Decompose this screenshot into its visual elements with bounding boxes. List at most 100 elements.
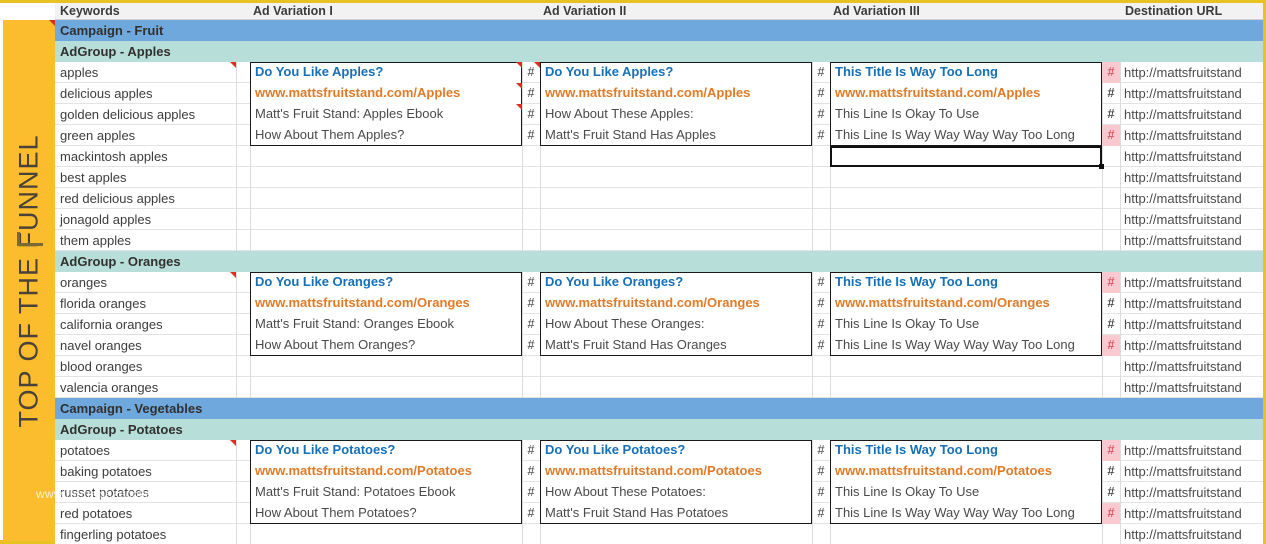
keyword-cell[interactable]: mackintosh apples (60, 146, 168, 167)
keyword-cell[interactable]: apples (60, 62, 98, 83)
destination-url-cell[interactable]: http://mattsfruitstand (1124, 440, 1263, 461)
keyword-row[interactable]: blood oranges http://mattsfruitstand (55, 356, 1263, 377)
keyword-cell[interactable]: blood oranges (60, 356, 142, 377)
char-count-marker[interactable]: # (812, 293, 830, 314)
ad-headline[interactable]: This Title Is Way Too Long (835, 62, 998, 82)
char-count-marker[interactable]: # (1102, 104, 1120, 125)
ad-display-url[interactable]: www.mattsfruitstand.com/Potatoes (835, 460, 1052, 481)
char-count-marker[interactable]: # (812, 272, 830, 293)
ad-headline[interactable]: Do You Like Potatoes? (255, 440, 395, 460)
fill-handle[interactable] (1099, 164, 1104, 169)
ad-variation-block[interactable]: Do You Like Apples?www.mattsfruitstand.c… (250, 62, 522, 146)
ad-variation-block[interactable]: This Title Is Way Too Longwww.mattsfruit… (830, 62, 1102, 146)
destination-url-cell[interactable]: http://mattsfruitstand (1124, 104, 1263, 125)
keyword-cell[interactable]: golden delicious apples (60, 104, 195, 125)
ad-variation-block[interactable]: This Title Is Way Too Longwww.mattsfruit… (830, 272, 1102, 356)
destination-url-cell[interactable]: http://mattsfruitstand (1124, 356, 1263, 377)
ad-description-line-1[interactable]: Matt's Fruit Stand: Potatoes Ebook (255, 481, 455, 502)
column-header-ad-variation-i[interactable]: Ad Variation I (253, 3, 333, 20)
ad-description-line-2[interactable]: This Line Is Way Way Way Way Too Long (835, 124, 1075, 145)
ad-description-line-1[interactable]: Matt's Fruit Stand: Oranges Ebook (255, 313, 454, 334)
destination-url-cell[interactable]: http://mattsfruitstand (1124, 146, 1263, 167)
char-count-marker[interactable]: # (522, 440, 540, 461)
char-count-marker[interactable]: # (1102, 314, 1120, 335)
ad-description-line-1[interactable]: This Line Is Okay To Use (835, 103, 979, 124)
ad-display-url[interactable]: www.mattsfruitstand.com/Potatoes (255, 460, 472, 481)
char-count-marker[interactable]: # (522, 314, 540, 335)
keyword-cell[interactable]: best apples (60, 167, 127, 188)
ad-variation-block[interactable]: Do You Like Potatoes?www.mattsfruitstand… (540, 440, 812, 524)
ad-headline[interactable]: This Title Is Way Too Long (835, 272, 998, 292)
ad-description-line-1[interactable]: How About These Potatoes: (545, 481, 706, 502)
char-count-marker[interactable]: # (1102, 461, 1120, 482)
sheet-grid[interactable]: KeywordsAd Variation IAd Variation IIAd … (55, 0, 1263, 540)
destination-url-cell[interactable]: http://mattsfruitstand (1124, 482, 1263, 503)
char-count-marker[interactable]: # (522, 104, 540, 125)
keyword-cell[interactable]: florida oranges (60, 293, 146, 314)
destination-url-cell[interactable]: http://mattsfruitstand (1124, 293, 1263, 314)
destination-url-cell[interactable]: http://mattsfruitstand (1124, 83, 1263, 104)
adgroup-row[interactable]: AdGroup - Oranges (55, 251, 1263, 272)
ad-description-line-2[interactable]: Matt's Fruit Stand Has Potatoes (545, 502, 728, 523)
ad-headline[interactable]: Do You Like Oranges? (545, 272, 683, 292)
ad-display-url[interactable]: www.mattsfruitstand.com/Apples (255, 82, 460, 103)
char-count-marker[interactable]: # (522, 83, 540, 104)
ad-description-line-2[interactable]: How About Them Oranges? (255, 334, 415, 355)
char-count-marker[interactable]: # (812, 62, 830, 83)
char-count-error-marker[interactable]: # (1102, 440, 1120, 461)
keyword-row[interactable]: best apples http://mattsfruitstand (55, 167, 1263, 188)
keyword-row[interactable]: valencia orangeshttp://mattsfruitstand (55, 377, 1263, 398)
ad-variation-block[interactable]: Do You Like Apples?www.mattsfruitstand.c… (540, 62, 812, 146)
keyword-row[interactable]: them appleshttp://mattsfruitstand (55, 230, 1263, 251)
char-count-error-marker[interactable]: # (1102, 62, 1120, 83)
ad-variation-block[interactable]: Do You Like Potatoes?www.mattsfruitstand… (250, 440, 522, 524)
char-count-marker[interactable]: # (522, 125, 540, 146)
destination-url-cell[interactable]: http://mattsfruitstand (1124, 377, 1263, 398)
destination-url-cell[interactable]: http://mattsfruitstand (1124, 209, 1263, 230)
char-count-marker[interactable]: # (812, 440, 830, 461)
campaign-row[interactable]: Campaign - Fruit (55, 20, 1263, 41)
char-count-marker[interactable]: # (522, 272, 540, 293)
adgroup-row[interactable]: AdGroup - Apples (55, 41, 1263, 62)
column-header-keywords[interactable]: Keywords (60, 3, 120, 20)
keyword-row[interactable]: jonagold apples http://mattsfruitstand (55, 209, 1263, 230)
ad-variation-block[interactable]: Do You Like Oranges?www.mattsfruitstand.… (250, 272, 522, 356)
destination-url-cell[interactable]: http://mattsfruitstand (1124, 461, 1263, 482)
campaign-row[interactable]: Campaign - Vegetables (55, 398, 1263, 419)
char-count-error-marker[interactable]: # (1102, 335, 1120, 356)
ad-description-line-1[interactable]: How About These Oranges: (545, 313, 704, 334)
char-count-marker[interactable]: # (522, 335, 540, 356)
ad-description-line-2[interactable]: How About Them Potatoes? (255, 502, 417, 523)
destination-url-cell[interactable]: http://mattsfruitstand (1124, 524, 1263, 544)
char-count-marker[interactable]: # (812, 482, 830, 503)
ad-display-url[interactable]: www.mattsfruitstand.com/Potatoes (545, 460, 762, 481)
keyword-cell[interactable]: potatoes (60, 440, 110, 461)
ad-description-line-2[interactable]: Matt's Fruit Stand Has Apples (545, 124, 716, 145)
ad-display-url[interactable]: www.mattsfruitstand.com/Apples (835, 82, 1040, 103)
adgroup-row[interactable]: AdGroup - Potatoes (55, 419, 1263, 440)
ad-description-line-1[interactable]: This Line Is Okay To Use (835, 313, 979, 334)
char-count-marker[interactable]: # (812, 461, 830, 482)
destination-url-cell[interactable]: http://mattsfruitstand (1124, 167, 1263, 188)
ad-description-line-2[interactable]: Matt's Fruit Stand Has Oranges (545, 334, 727, 355)
char-count-marker[interactable]: # (522, 503, 540, 524)
keyword-cell[interactable]: jonagold apples (60, 209, 151, 230)
char-count-marker[interactable]: # (812, 125, 830, 146)
ad-description-line-1[interactable]: This Line Is Okay To Use (835, 481, 979, 502)
destination-url-cell[interactable]: http://mattsfruitstand (1124, 503, 1263, 524)
char-count-marker[interactable]: # (1102, 482, 1120, 503)
keyword-cell[interactable]: fingerling potatoes (60, 524, 166, 544)
char-count-marker[interactable]: # (1102, 83, 1120, 104)
destination-url-cell[interactable]: http://mattsfruitstand (1124, 272, 1263, 293)
keyword-cell[interactable]: them apples (60, 230, 131, 251)
char-count-error-marker[interactable]: # (1102, 125, 1120, 146)
char-count-marker[interactable]: # (812, 314, 830, 335)
destination-url-cell[interactable]: http://mattsfruitstand (1124, 62, 1263, 83)
ad-description-line-2[interactable]: How About Them Apples? (255, 124, 404, 145)
char-count-marker[interactable]: # (1102, 293, 1120, 314)
ad-headline[interactable]: This Title Is Way Too Long (835, 440, 998, 460)
ad-headline[interactable]: Do You Like Potatoes? (545, 440, 685, 460)
keyword-cell[interactable]: russet potatoes (60, 482, 149, 503)
column-header-ad-variation-ii[interactable]: Ad Variation II (543, 3, 626, 20)
char-count-marker[interactable]: # (812, 503, 830, 524)
